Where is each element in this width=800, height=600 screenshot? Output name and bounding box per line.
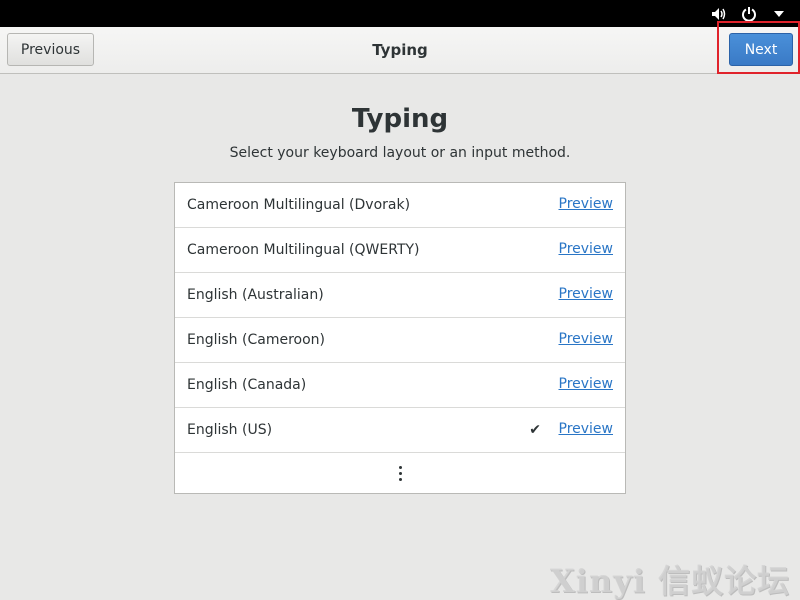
header-bar: Typing Previous Next (0, 27, 800, 74)
system-status-area[interactable] (710, 0, 788, 27)
checkmark-icon: ✔ (529, 422, 541, 438)
layout-label: English (Cameroon) (187, 332, 325, 348)
power-icon[interactable] (740, 5, 758, 23)
next-button[interactable]: Next (729, 33, 793, 66)
volume-icon[interactable] (710, 5, 728, 23)
page-subtitle: Select your keyboard layout or an input … (229, 145, 571, 161)
layout-row-cameroon-dvorak[interactable]: Cameroon Multilingual (Dvorak) Preview (175, 183, 625, 228)
menu-arrow-icon[interactable] (770, 5, 788, 23)
preview-link[interactable]: Preview (559, 421, 614, 437)
layout-row-english-us[interactable]: English (US) ✔ Preview (175, 408, 625, 453)
show-more-button[interactable] (175, 453, 625, 493)
layout-row-cameroon-qwerty[interactable]: Cameroon Multilingual (QWERTY) Preview (175, 228, 625, 273)
layout-row-english-cameroon[interactable]: English (Cameroon) Preview (175, 318, 625, 363)
preview-link[interactable]: Preview (559, 286, 614, 302)
keyboard-layout-list: Cameroon Multilingual (Dvorak) Preview C… (174, 182, 626, 494)
watermark: Xinyi 信蚁论坛 (549, 562, 790, 600)
layout-row-english-canada[interactable]: English (Canada) Preview (175, 363, 625, 408)
page-title: Typing (351, 104, 449, 134)
previous-button[interactable]: Previous (7, 33, 94, 66)
vertical-ellipsis-icon (398, 465, 402, 481)
preview-link[interactable]: Preview (559, 241, 614, 257)
layout-label: English (Australian) (187, 287, 324, 303)
preview-link[interactable]: Preview (559, 196, 614, 212)
layout-label: Cameroon Multilingual (QWERTY) (187, 242, 420, 258)
header-title: Typing (372, 41, 428, 59)
preview-link[interactable]: Preview (559, 376, 614, 392)
preview-link[interactable]: Preview (559, 331, 614, 347)
system-top-bar (0, 0, 800, 27)
layout-label: Cameroon Multilingual (Dvorak) (187, 197, 411, 213)
layout-row-english-australian[interactable]: English (Australian) Preview (175, 273, 625, 318)
layout-label: English (US) (187, 422, 273, 438)
layout-label: English (Canada) (187, 377, 307, 393)
